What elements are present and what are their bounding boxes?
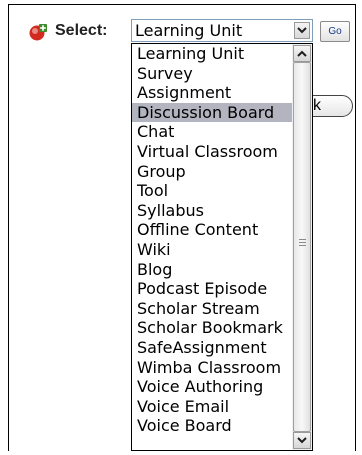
dropdown-option[interactable]: Scholar Bookmark xyxy=(132,318,292,338)
dropdown-option[interactable]: Assignment xyxy=(132,83,292,103)
grip-icon xyxy=(299,239,306,247)
scroll-thumb[interactable] xyxy=(293,62,311,432)
chevron-down-icon[interactable] xyxy=(294,22,310,39)
dropdown-option[interactable]: Offline Content xyxy=(132,220,292,240)
dropdown-option[interactable]: Blog xyxy=(132,260,292,280)
go-button[interactable]: Go xyxy=(320,21,350,42)
dropdown-option[interactable]: Voice Authoring xyxy=(132,377,292,397)
dropdown-option[interactable]: Discussion Board xyxy=(132,102,292,123)
dropdown-option[interactable]: SafeAssignment xyxy=(132,338,292,358)
dropdown-option[interactable]: Podcast Episode xyxy=(132,279,292,299)
dropdown-option[interactable]: Voice Email xyxy=(132,397,292,417)
dropdown-scrollbar[interactable] xyxy=(292,44,312,450)
dropdown-options: Learning Unit Survey Assignment Discussion … xyxy=(132,44,292,436)
dropdown-option[interactable]: Wiki xyxy=(132,240,292,260)
content-type-select[interactable]: Learning Unit xyxy=(131,19,313,42)
dropdown-option[interactable]: Learning Unit xyxy=(132,44,292,64)
dropdown-list[interactable]: Learning Unit Survey Assignment Discussion … xyxy=(131,43,313,451)
dropdown-option[interactable]: Chat xyxy=(132,122,292,142)
dropdown-option[interactable]: Tool xyxy=(132,181,292,201)
select-current-value: Learning Unit xyxy=(135,21,243,40)
dropdown-option[interactable]: Syllabus xyxy=(132,201,292,221)
select-label: Select: xyxy=(55,22,108,39)
dropdown-option[interactable]: Group xyxy=(132,162,292,182)
dropdown-option[interactable]: Voice Board xyxy=(132,416,292,436)
dropdown-option[interactable]: Wimba Classroom xyxy=(132,358,292,378)
chevron-up-icon[interactable] xyxy=(293,45,311,62)
chevron-down-icon[interactable] xyxy=(293,432,311,449)
dropdown-option[interactable]: Scholar Stream xyxy=(132,299,292,319)
form-panel: Select: Learning Unit Go k Learning Unit… xyxy=(8,4,356,451)
dropdown-option[interactable]: Virtual Classroom xyxy=(132,142,292,162)
dropdown-option[interactable]: Survey xyxy=(132,64,292,84)
add-icon xyxy=(29,24,47,41)
